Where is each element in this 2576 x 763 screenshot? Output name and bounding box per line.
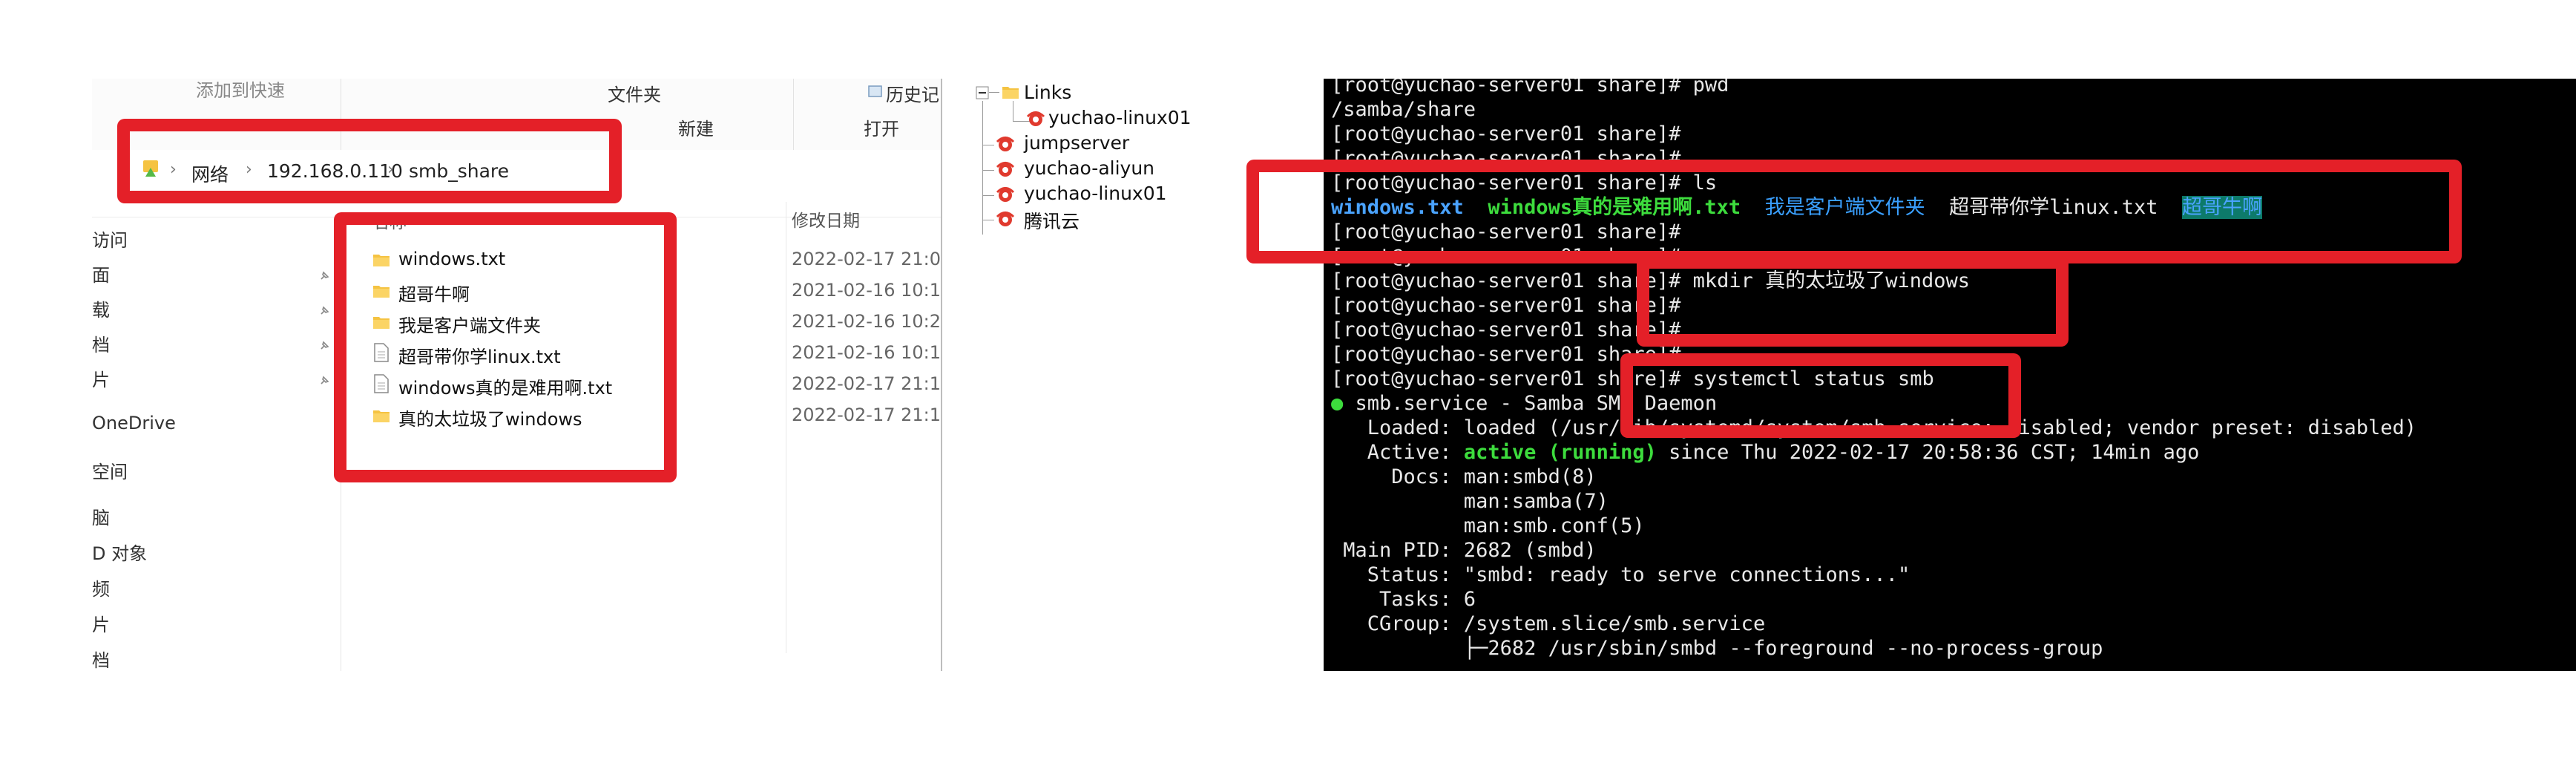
file-date: 2021-02-16 10:19 <box>792 342 942 363</box>
tree-connector <box>982 101 983 235</box>
terminal-line: [root@yuchao-server01 share]# <box>1331 318 1681 341</box>
tree-item-session[interactable]: jumpserver <box>1024 132 1129 154</box>
terminal-line: /samba/share <box>1331 98 1476 121</box>
tree-connector <box>989 92 999 93</box>
nav-item-desktop[interactable]: 面 <box>92 261 110 286</box>
pin-icon[interactable] <box>319 270 329 281</box>
terminal-line: [root@yuchao-server01 share]# <box>1331 122 1681 145</box>
annotation-box-mkdir <box>1637 256 2069 347</box>
file-date: 2021-02-16 10:28 <box>792 311 942 332</box>
nav-item-videos[interactable]: 频 <box>92 574 110 600</box>
tree-connector <box>982 195 994 196</box>
column-header-modified[interactable]: 修改日期 <box>792 206 860 248</box>
annotation-box-address <box>117 119 622 203</box>
terminal-line: man:smb.conf(5) <box>1331 514 1645 537</box>
ribbon-group-new: 新建 <box>678 119 714 140</box>
navigation-pane <box>92 217 341 671</box>
annotation-box-files <box>334 212 677 482</box>
tree-connector <box>982 170 994 171</box>
folder-icon <box>1002 85 1019 99</box>
annotation-box-ls <box>1246 160 2462 263</box>
file-date: 2022-02-17 21:08 <box>792 249 942 269</box>
session-icon <box>1025 110 1045 129</box>
history-icon <box>868 85 883 98</box>
tree-item-links[interactable]: Links <box>1024 82 1071 103</box>
ribbon-history-label[interactable]: 历史记 <box>886 80 939 106</box>
tree-item-session[interactable]: yuchao-aliyun <box>1024 157 1154 179</box>
terminal-line: Status: "smbd: ready to serve connection… <box>1331 563 1910 586</box>
file-date: 2022-02-17 21:11 <box>792 373 942 394</box>
nav-item-pictures[interactable]: 片 <box>92 365 110 391</box>
terminal-line: Tasks: 6 <box>1331 588 1476 611</box>
terminal-line: Active: active (running) since Thu 2022-… <box>1331 440 2200 465</box>
nav-item-3d-objects[interactable]: D 对象 <box>92 539 147 565</box>
active-since: since Thu 2022-02-17 20:58:36 CST; 14min… <box>1656 441 2200 464</box>
pin-icon[interactable] <box>319 340 329 350</box>
file-date: 2021-02-16 10:19 <box>792 280 942 301</box>
terminal-line: man:samba(7) <box>1331 490 1609 513</box>
nav-item-onedrive[interactable]: OneDrive <box>92 413 176 433</box>
ribbon-pin-quick-access[interactable]: 添加到快速 <box>196 79 285 102</box>
tree-item-session[interactable]: yuchao-linux01 <box>1048 107 1192 128</box>
nav-item-documents[interactable]: 档 <box>92 330 110 356</box>
session-icon <box>994 186 1015 205</box>
nav-item-pictures-2[interactable]: 片 <box>92 610 110 636</box>
tree-item-session[interactable]: 腾讯云 <box>1024 207 1080 234</box>
terminal-line: Main PID: 2682 (smbd) <box>1331 539 1597 562</box>
ribbon-group-open: 打开 <box>864 119 899 140</box>
status-dot-icon: ● <box>1331 392 1344 415</box>
terminal-line: Docs: man:smbd(8) <box>1331 465 1597 488</box>
nav-item-space[interactable]: 空间 <box>92 457 128 483</box>
terminal-line: ├─2682 /usr/sbin/smbd --foreground --no-… <box>1331 637 2103 660</box>
nav-item-this-pc[interactable]: 脑 <box>92 503 110 529</box>
collapse-icon[interactable] <box>976 86 989 99</box>
pin-icon[interactable] <box>319 375 329 385</box>
file-date: 2022-02-17 21:12 <box>792 405 942 425</box>
ribbon-folder-label[interactable]: 文件夹 <box>608 80 661 106</box>
session-icon <box>994 210 1015 229</box>
terminal-line: [root@yuchao-server01 share]# pwd <box>1331 79 1729 96</box>
session-icon <box>994 160 1015 180</box>
session-icon <box>994 135 1015 154</box>
nav-item-downloads[interactable]: 载 <box>92 295 110 321</box>
tree-item-session[interactable]: yuchao-linux01 <box>1024 183 1167 204</box>
terminal-line: [root@yuchao-server01 share]# <box>1331 294 1681 317</box>
active-label: Active: <box>1331 441 1464 464</box>
pin-icon[interactable] <box>319 305 329 315</box>
nav-item-documents-2[interactable]: 档 <box>92 646 110 671</box>
terminal-line: CGroup: /system.slice/smb.service <box>1331 612 1766 635</box>
ribbon-divider <box>793 79 794 150</box>
annotation-box-systemctl <box>1620 353 2021 438</box>
nav-item-quick-access[interactable]: 访问 <box>92 226 128 252</box>
active-status: active (running) <box>1463 441 1657 464</box>
